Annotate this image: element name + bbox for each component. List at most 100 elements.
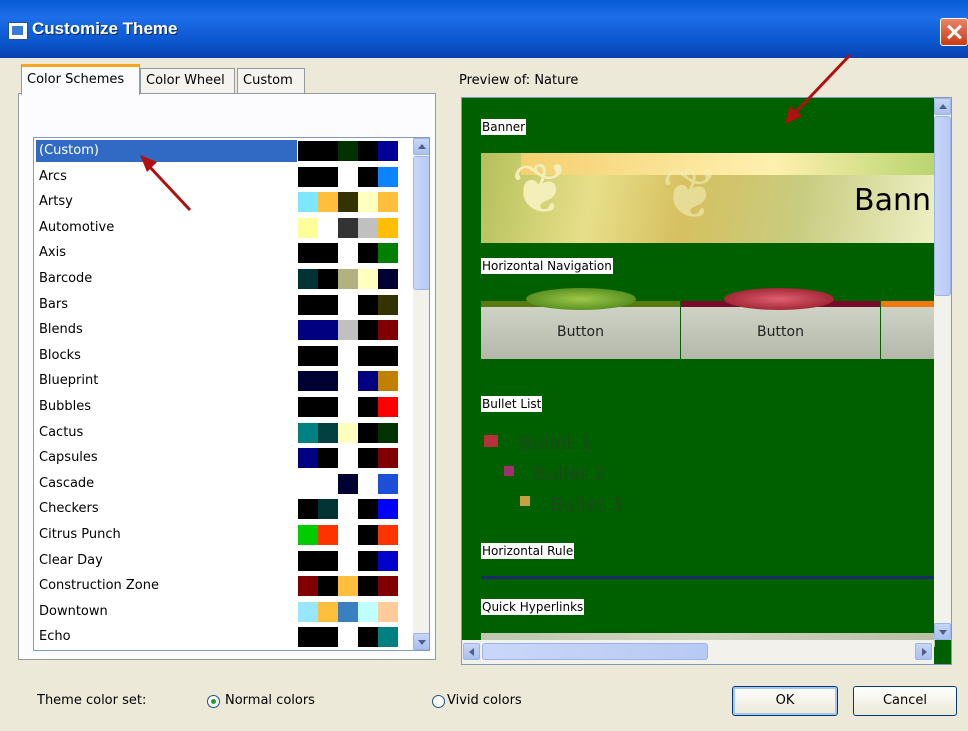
horizontal-rule-label: Horizontal Rule — [481, 543, 575, 559]
color-swatch — [358, 217, 378, 238]
color-set-label: Theme color set: — [37, 693, 147, 708]
list-item[interactable]: Capsules — [34, 445, 414, 471]
list-item[interactable]: Cactus — [34, 420, 414, 446]
list-item[interactable]: Artsy — [34, 189, 414, 215]
color-swatch — [378, 576, 398, 597]
color-swatch — [378, 192, 398, 213]
preview-hscrollbar[interactable] — [462, 640, 934, 664]
scheme-name: Blends — [39, 322, 83, 338]
chevron-up-icon — [418, 144, 426, 149]
list-item[interactable]: Clear Day — [34, 548, 414, 574]
color-swatch — [338, 217, 358, 238]
preview-vscrollbar[interactable] — [934, 98, 951, 640]
vivid-colors-label[interactable]: Vivid colors — [447, 693, 522, 708]
color-swatch — [318, 499, 338, 520]
list-item[interactable]: Echo — [34, 624, 414, 650]
list-item[interactable]: Barcode — [34, 266, 414, 292]
color-swatch — [378, 473, 398, 494]
scroll-right-button[interactable] — [915, 643, 932, 660]
list-item[interactable]: Blends — [34, 317, 414, 343]
list-item[interactable]: Bars — [34, 292, 414, 318]
color-swatch — [358, 166, 378, 187]
color-swatch — [298, 601, 318, 622]
bullet-item-2: Bullet 2 — [533, 463, 606, 485]
vivid-colors-radio[interactable] — [432, 695, 445, 708]
color-swatch — [378, 269, 398, 289]
close-button[interactable] — [940, 18, 968, 46]
color-swatch — [358, 627, 378, 648]
color-swatch — [338, 345, 358, 366]
scheme-name: Bubbles — [39, 399, 92, 414]
color-swatch — [338, 499, 358, 520]
color-swatch — [378, 371, 398, 392]
list-item[interactable]: Downtown — [34, 599, 414, 625]
annotation-arrow-icon — [785, 53, 852, 124]
ok-button[interactable]: OK — [732, 686, 838, 716]
list-item[interactable]: Citrus Punch — [34, 522, 414, 548]
list-item[interactable]: Bubbles — [34, 394, 414, 420]
tab-color-wheel[interactable]: Color Wheel — [140, 68, 235, 93]
bullet-list-label: Bullet List — [481, 396, 543, 412]
list-item[interactable]: Construction Zone — [34, 573, 414, 599]
color-swatch — [338, 576, 358, 597]
color-swatch — [338, 320, 358, 341]
color-swatch — [298, 141, 338, 161]
banner-label: Banner — [481, 119, 527, 135]
app-icon — [8, 22, 28, 40]
color-swatch — [358, 294, 378, 315]
color-swatch — [318, 448, 338, 469]
color-swatch — [298, 345, 338, 366]
color-swatch — [378, 550, 398, 571]
color-swatch — [318, 473, 338, 494]
scheme-name: Clear Day — [39, 552, 103, 568]
leaf-ornament-icon — [526, 288, 636, 310]
preview-scroll-thumb[interactable] — [934, 116, 951, 296]
list-scrollbar[interactable] — [413, 138, 429, 650]
list-item[interactable]: Blocks — [34, 343, 414, 369]
scheme-name: Checkers — [39, 501, 99, 517]
color-scheme-list[interactable]: (Custom) Arcs Artsy Automotive Axis Barcode Ba… — [33, 137, 430, 651]
scroll-left-button[interactable] — [463, 643, 480, 660]
color-swatch — [318, 217, 338, 238]
color-swatch — [298, 576, 318, 597]
list-item[interactable]: (Custom) — [34, 138, 414, 164]
bullet-3-icon — [520, 496, 530, 506]
color-swatch — [318, 601, 338, 622]
list-item[interactable]: Cascade — [34, 471, 414, 497]
scheme-name: Automotive — [39, 219, 115, 235]
chevron-left-icon — [469, 648, 474, 656]
maple-leaf-icon: ❦ — [661, 153, 720, 235]
color-swatch — [338, 269, 358, 289]
color-swatch — [338, 166, 358, 187]
color-swatch — [318, 269, 338, 289]
banner-image: ❦ ❦ Bann — [481, 153, 935, 243]
color-swatch — [298, 243, 338, 264]
scroll-thumb[interactable] — [413, 156, 429, 290]
color-swatch — [338, 243, 358, 264]
color-swatch — [378, 499, 398, 520]
preview-scroll-down-button[interactable] — [934, 623, 951, 640]
tab-custom[interactable]: Custom — [237, 68, 305, 93]
color-swatch — [378, 601, 398, 622]
scroll-down-button[interactable] — [413, 633, 429, 650]
tab-color-schemes[interactable]: Color Schemes — [21, 64, 140, 95]
color-swatch — [298, 192, 318, 213]
list-item[interactable]: Axis — [34, 240, 414, 266]
horizontal-scroll-thumb[interactable] — [482, 643, 708, 660]
list-item[interactable]: Checkers — [34, 496, 414, 522]
maple-leaf-icon: ❦ — [511, 153, 570, 230]
normal-colors-radio[interactable] — [207, 695, 220, 708]
preview-scroll-up-button[interactable] — [934, 98, 951, 115]
bullet-item-1: Bullet 1 — [519, 432, 592, 454]
list-item[interactable]: Automotive — [34, 215, 414, 241]
color-swatch — [318, 525, 338, 545]
color-swatch — [358, 371, 378, 392]
list-item[interactable]: Blueprint — [34, 368, 414, 394]
list-item[interactable]: Arcs — [34, 164, 414, 190]
color-swatch — [298, 320, 338, 341]
cancel-button[interactable]: Cancel — [853, 686, 957, 716]
scroll-up-button[interactable] — [413, 138, 429, 155]
normal-colors-label[interactable]: Normal colors — [225, 693, 315, 708]
color-swatch — [378, 422, 398, 443]
color-swatch — [298, 371, 338, 392]
